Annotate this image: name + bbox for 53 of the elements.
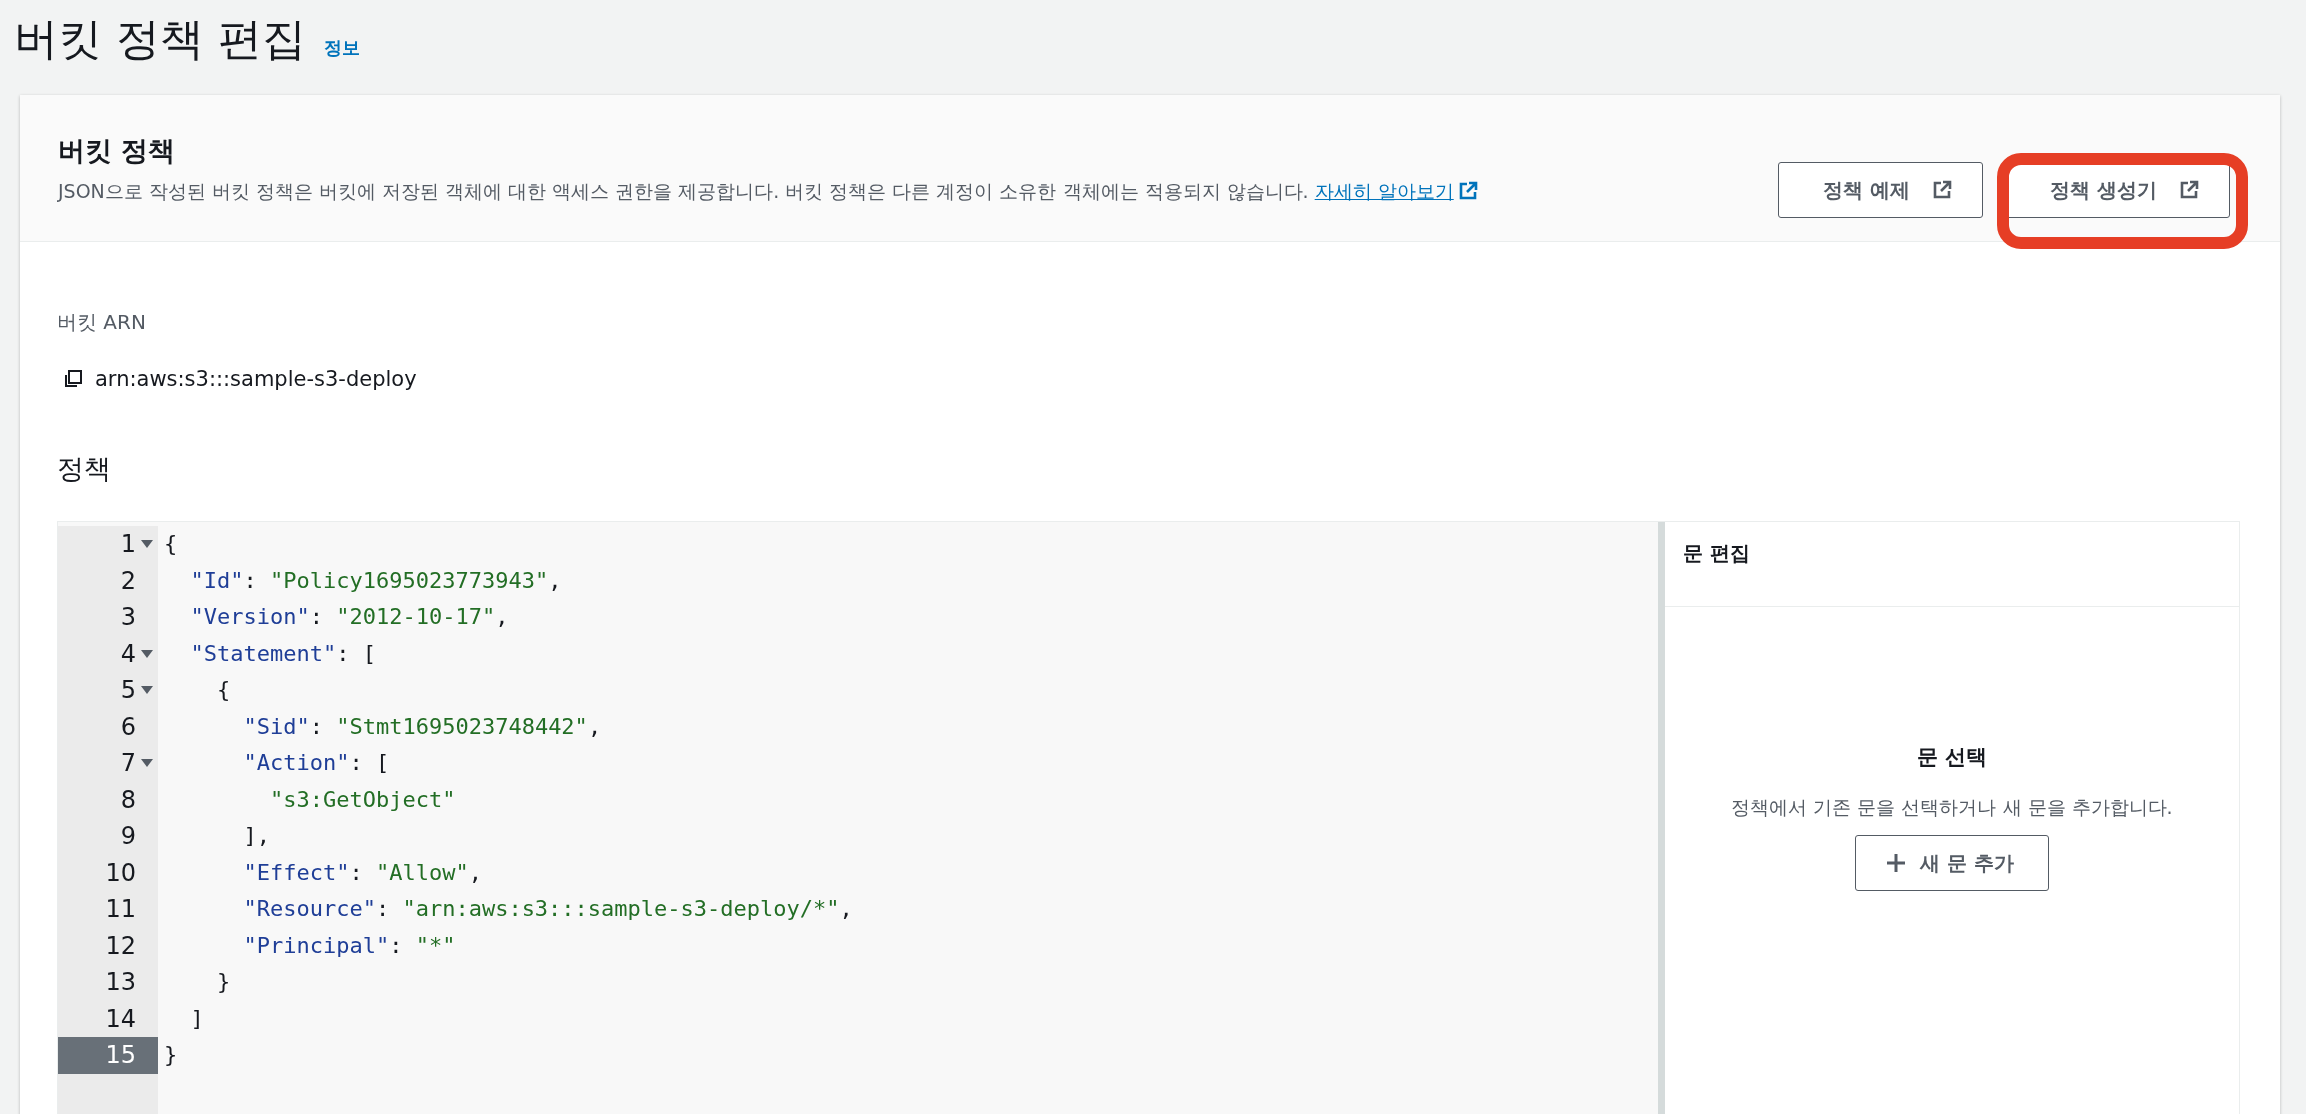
line-number: 12 <box>104 930 137 962</box>
empty-description: 정책에서 기존 문을 선택하거나 새 문을 추가합니다. <box>1731 795 2173 820</box>
splitter-handle[interactable] <box>1658 522 1665 1114</box>
line-number: 2 <box>119 565 137 597</box>
section-description: JSON으로 작성된 버킷 정책은 버킷에 저장된 객체에 대한 액세스 권한을 제공합니다. 버킷 정책은 다른 계정이 소유한 객체에는 적용되지 않습니다. 자세히 알아보기 <box>58 179 1478 205</box>
code-line: "Principal": "*" <box>242 931 457 960</box>
fold-icon[interactable] <box>140 758 154 769</box>
line-number: 1 <box>58 526 158 563</box>
plus-icon <box>1886 853 1907 873</box>
line-number: 8 <box>119 784 137 816</box>
code-line: "Sid": "Stmt1695023748442", <box>242 712 603 741</box>
fold-icon[interactable] <box>140 539 154 550</box>
line-number: 11 <box>104 894 137 925</box>
empty-title: 문 선택 <box>1916 744 1988 771</box>
code-line: } <box>164 1041 179 1069</box>
code-line: "Action": [ <box>242 749 391 777</box>
external-link-icon <box>2179 180 2199 200</box>
code-line: "Resource": "arn:aws:s3:::sample-s3-deploy/*", <box>242 895 853 923</box>
line-number: 14 <box>104 1003 137 1035</box>
panel-title: 문 편집 <box>1665 522 2239 607</box>
copy-icon[interactable] <box>63 369 83 389</box>
line-number: 5 <box>58 672 158 709</box>
code-line: "Id": "Policy1695023773943", <box>189 566 563 595</box>
fold-icon[interactable] <box>140 685 154 696</box>
code-line: "Version": "2012-10-17", <box>189 603 510 631</box>
external-link-icon <box>1932 180 1953 200</box>
code-line: { <box>215 676 232 704</box>
add-statement-button[interactable]: 새 문 추가 <box>1855 835 2049 891</box>
external-link-icon <box>1457 181 1478 201</box>
arn-value: arn:aws:s3:::sample-s3-deploy <box>95 367 417 391</box>
policy-button[interactable]: 정책 예제 <box>1778 162 1984 218</box>
line-number: 7 <box>58 745 158 782</box>
line-number: 4 <box>58 635 158 672</box>
code-line: "Effect": "Allow", <box>242 858 483 887</box>
code-line: "Statement": [ <box>189 639 377 668</box>
page-title: 버킷 정책 편집 <box>14 12 306 66</box>
line-number: 15 <box>58 1037 158 1074</box>
code-line: "s3:GetObject" <box>268 785 457 814</box>
line-number: 6 <box>119 711 137 743</box>
fold-icon[interactable] <box>140 648 154 659</box>
section-title: 버킷 정책 <box>58 134 177 168</box>
info-link[interactable]: 정보 <box>324 36 360 60</box>
code-line: ], <box>242 822 271 850</box>
policy-heading: 정책 <box>57 452 112 486</box>
line-number: 10 <box>104 857 137 889</box>
line-number: 3 <box>119 602 137 633</box>
line-number: 13 <box>104 967 137 998</box>
learn-more-link[interactable]: 자세히 알아보기 <box>1314 180 1478 202</box>
code-line: { <box>164 530 179 558</box>
code-line: ] <box>189 1004 205 1033</box>
code-line: } <box>215 968 232 996</box>
line-number: 9 <box>119 821 137 852</box>
arn-label: 버킷 ARN <box>57 309 147 336</box>
